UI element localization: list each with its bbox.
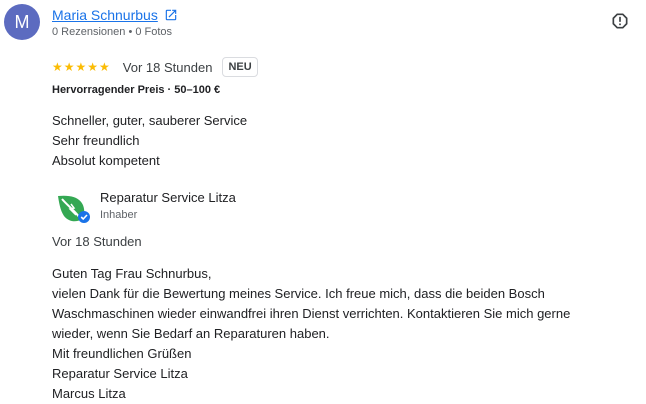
- author-row: Maria Schnurbus: [52, 7, 178, 23]
- response-line: Waschmaschinen wieder einwandfrei ihren …: [52, 306, 571, 321]
- owner-logo: [58, 195, 90, 223]
- response-line: wieder, wenn Sie Bedarf an Reparaturen h…: [52, 326, 330, 341]
- response-line: Marcus Litza: [52, 386, 126, 401]
- review-line: Sehr freundlich: [52, 133, 140, 148]
- response-line: Mit freundlichen Grüßen: [52, 346, 192, 361]
- report-icon[interactable]: [610, 11, 630, 31]
- review-time: Vor 18 Stunden: [122, 59, 213, 75]
- review-line: Absolut kompetent: [52, 153, 160, 168]
- star-rating: ★★★★★: [52, 60, 111, 74]
- new-badge: NEU: [222, 57, 258, 77]
- response-line: Reparatur Service Litza: [52, 366, 188, 381]
- response-line: Guten Tag Frau Schnurbus,: [52, 266, 212, 281]
- review-text: Schneller, guter, sauberer Service Sehr …: [52, 111, 247, 171]
- author-meta: 0 Rezensionen • 0 Fotos: [52, 26, 173, 38]
- owner-name: Reparatur Service Litza: [100, 190, 236, 205]
- external-link-icon[interactable]: [164, 8, 178, 22]
- owner-role: Inhaber: [100, 209, 138, 221]
- rating-row: ★★★★★ Vor 18 Stunden NEU: [52, 56, 258, 78]
- avatar[interactable]: M: [4, 4, 40, 40]
- author-name-link[interactable]: Maria Schnurbus: [52, 7, 158, 23]
- review-line: Schneller, guter, sauberer Service: [52, 113, 248, 128]
- response-line: vielen Dank für die Bewertung meines Ser…: [52, 286, 545, 301]
- price-info: Hervorragender Preis · 50–100 €: [52, 84, 221, 96]
- owner-response-text: Guten Tag Frau Schnurbus, vielen Dank fü…: [52, 264, 632, 404]
- owner-response-time: Vor 18 Stunden: [52, 234, 142, 249]
